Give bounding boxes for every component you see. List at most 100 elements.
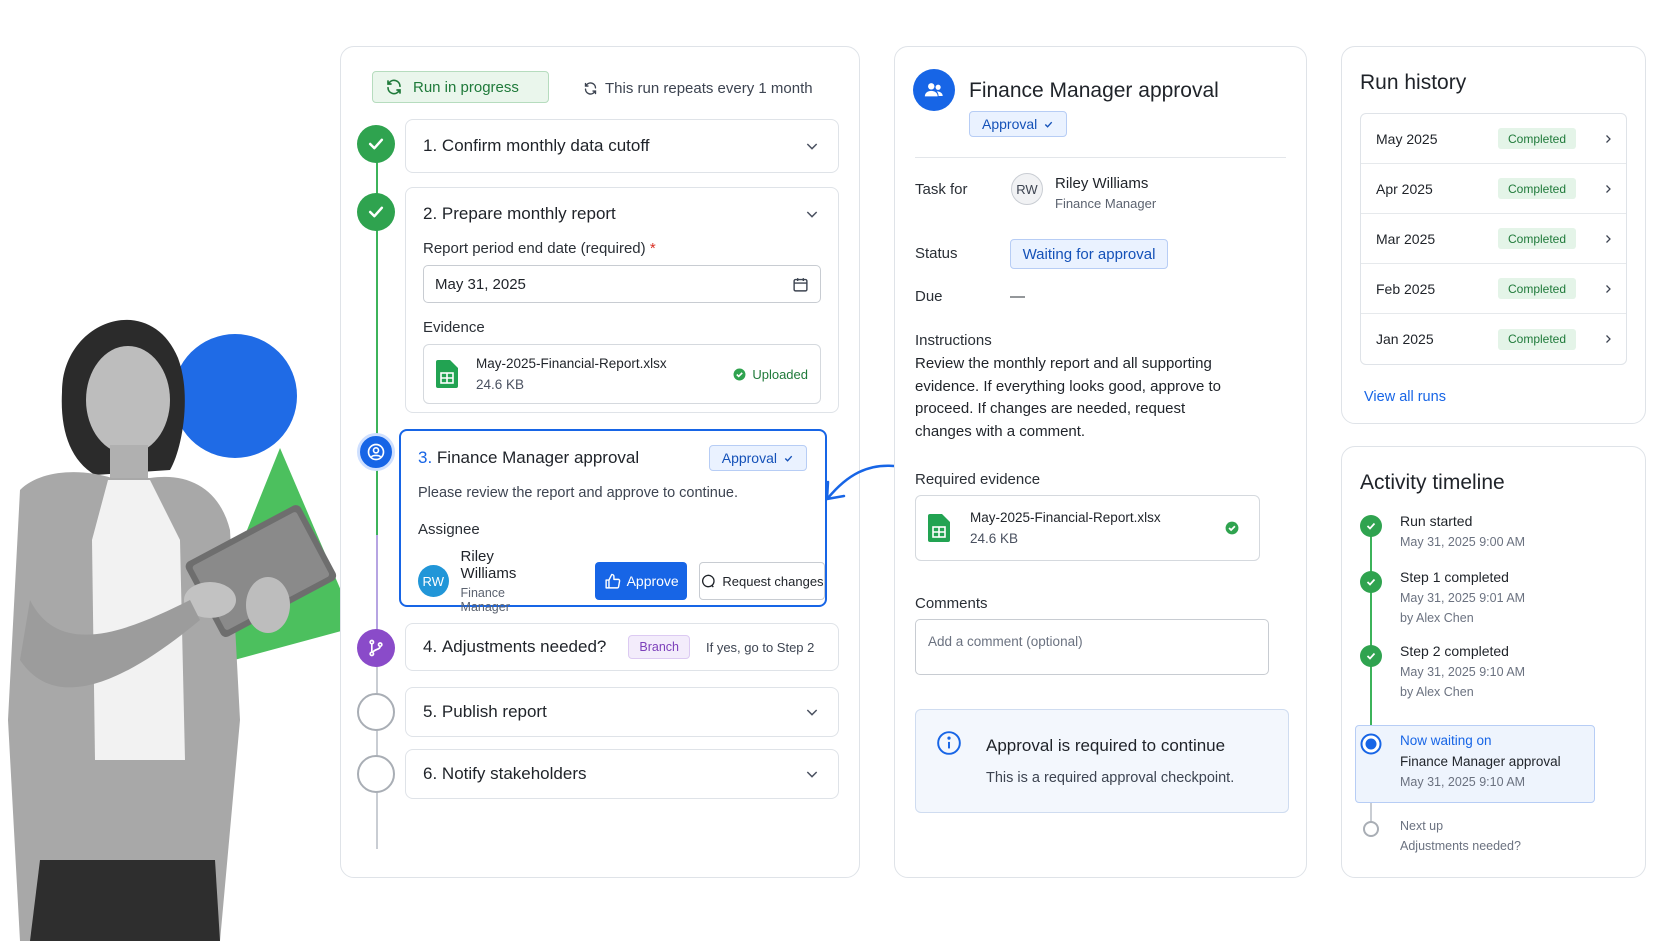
branch-note: If yes, go to Step 2 <box>705 639 815 655</box>
avatar: RW <box>418 565 449 597</box>
next-activity-item: Next up Adjustments needed? <box>1400 819 1521 853</box>
instructions-text: Review the monthly report and all suppor… <box>915 355 1222 440</box>
run-history-panel: Run history May 2025 Completed Apr 2025 … <box>1341 46 1646 424</box>
step-1-card[interactable]: 1. Confirm monthly data cutoff <box>405 119 839 173</box>
run-history-row[interactable]: Apr 2025 Completed <box>1361 164 1626 214</box>
thumbs-up-icon <box>604 573 620 589</box>
spreadsheet-icon <box>436 360 458 388</box>
step-number: 1. <box>423 136 438 155</box>
run-history-list: May 2025 Completed Apr 2025 Completed Ma… <box>1360 113 1627 365</box>
activity-title: Step 1 completed <box>1400 569 1509 585</box>
run-history-row[interactable]: Mar 2025 Completed <box>1361 214 1626 264</box>
step-title: Adjustments needed? <box>441 637 607 656</box>
now-waiting-label: Now waiting on <box>1400 733 1492 748</box>
run-history-row[interactable]: May 2025 Completed <box>1361 114 1626 164</box>
run-month: Apr 2025 <box>1376 180 1433 197</box>
report-date-input[interactable]: May 31, 2025 <box>423 265 821 303</box>
run-history-row[interactable]: Jan 2025 Completed <box>1361 314 1626 364</box>
run-status-badge: Run in progress <box>372 71 549 103</box>
comment-icon <box>702 574 716 588</box>
activity-complete-indicator <box>1360 645 1382 667</box>
instructions-label: Instructions <box>915 332 992 349</box>
chevron-right-icon[interactable] <box>1602 183 1614 195</box>
chevron-right-icon[interactable] <box>1602 333 1614 345</box>
repeat-note-text: This run repeats every 1 month <box>605 80 813 97</box>
approve-button[interactable]: Approve <box>595 562 687 600</box>
step-6-pending-indicator <box>357 755 395 793</box>
evidence-file[interactable]: May-2025-Financial-Report.xlsx 24.6 KB U… <box>423 344 821 404</box>
run-month: Feb 2025 <box>1376 280 1436 297</box>
check-icon <box>368 206 384 218</box>
due-label: Due <box>915 288 943 305</box>
view-all-runs-link[interactable]: View all runs <box>1364 389 1446 405</box>
chevron-right-icon[interactable] <box>1602 133 1614 145</box>
run-history-title: Run history <box>1360 71 1467 94</box>
step-title: Prepare monthly report <box>441 204 616 223</box>
step-4-branch-indicator <box>357 629 395 667</box>
check-circle-icon <box>733 368 746 380</box>
step-title: Finance Manager approval <box>436 448 640 467</box>
run-month: Mar 2025 <box>1376 230 1436 247</box>
step-5-card[interactable]: 5. Publish report <box>405 687 839 737</box>
step-4-header[interactable]: 4. Adjustments needed? Branch If yes, go… <box>406 624 838 670</box>
activity-timeline-title: Activity timeline <box>1360 471 1505 494</box>
status-label: Status <box>915 245 958 262</box>
assignee-role: Finance Manager <box>1055 196 1157 211</box>
file-size: 24.6 KB <box>970 531 1019 546</box>
approval-pill-text: Approval <box>982 116 1038 132</box>
activity-item: Step 1 completed May 31, 2025 9:01 AM by… <box>1400 569 1525 625</box>
run-history-row[interactable]: Feb 2025 Completed <box>1361 264 1626 314</box>
file-name: May-2025-Financial-Report.xlsx <box>970 510 1161 525</box>
activity-time: May 31, 2025 9:00 AM <box>1400 535 1526 549</box>
approval-type-pill: Approval <box>969 111 1068 137</box>
step-6-header[interactable]: 6. Notify stakeholders <box>406 750 838 798</box>
step-3-active-indicator <box>357 433 395 471</box>
check-icon <box>368 138 384 150</box>
now-waiting-time: May 31, 2025 9:10 AM <box>1400 775 1526 789</box>
step-3-header[interactable]: 3. Finance Manager approval Approval <box>401 431 825 485</box>
status-badge: Completed <box>1498 128 1576 149</box>
assignee-row: RW Riley Williams Finance Manager Approv… <box>418 548 825 614</box>
activity-complete-indicator <box>1360 571 1382 593</box>
activity-actor: by Alex Chen <box>1400 611 1474 625</box>
calendar-icon[interactable] <box>792 276 809 293</box>
check-circle-icon <box>1225 521 1239 535</box>
chevron-right-icon[interactable] <box>1602 233 1614 245</box>
decorative-blue-circle <box>173 334 297 458</box>
step-1-complete-indicator <box>357 125 395 163</box>
status-badge: Completed <box>1498 328 1576 350</box>
due-value: — <box>1010 288 1025 305</box>
activity-title: Step 2 completed <box>1400 643 1509 659</box>
report-date-value: May 31, 2025 <box>435 275 526 293</box>
step-5-header[interactable]: 5. Publish report <box>406 688 838 736</box>
comments-label: Comments <box>915 595 988 612</box>
run-month: Jan 2025 <box>1376 331 1434 347</box>
chevron-down-icon[interactable] <box>804 766 820 782</box>
step-6-card[interactable]: 6. Notify stakeholders <box>405 749 839 799</box>
approve-button-label: Approve <box>626 573 679 589</box>
current-activity-item: Now waiting on Finance Manager approval … <box>1400 733 1561 789</box>
assignee-label: Assignee <box>418 521 480 538</box>
chevron-right-icon[interactable] <box>1602 283 1614 295</box>
report-date-label-text: Report period end date (required) <box>423 240 646 257</box>
step-1-header[interactable]: 1. Confirm monthly data cutoff <box>406 120 838 172</box>
comment-input[interactable]: Add a comment (optional) <box>915 619 1269 675</box>
status-badge: Completed <box>1498 228 1576 249</box>
now-waiting-title: Finance Manager approval <box>1400 754 1561 769</box>
chevron-down-icon[interactable] <box>804 704 820 720</box>
activity-time: May 31, 2025 9:01 AM <box>1400 591 1526 605</box>
chevron-down-icon[interactable] <box>804 206 820 222</box>
assignee-name: Riley Williams <box>1055 175 1149 192</box>
step-2-header[interactable]: 2. Prepare monthly report <box>406 188 838 240</box>
required-evidence-file[interactable]: May-2025-Financial-Report.xlsx 24.6 KB <box>915 495 1260 561</box>
connector-arrow-icon <box>825 464 896 501</box>
request-changes-button[interactable]: Request changes <box>698 562 825 600</box>
file-name: May-2025-Financial-Report.xlsx <box>476 356 667 371</box>
user-circle-icon <box>367 443 385 461</box>
timeline-connector-pending <box>376 649 378 849</box>
assignee-role: Finance Manager <box>460 586 510 614</box>
chevron-down-icon[interactable] <box>804 138 820 154</box>
step-4-card[interactable]: 4. Adjustments needed? Branch If yes, go… <box>405 623 839 671</box>
task-title: Finance Manager approval <box>969 79 1219 102</box>
avatar: RW <box>1011 173 1043 205</box>
